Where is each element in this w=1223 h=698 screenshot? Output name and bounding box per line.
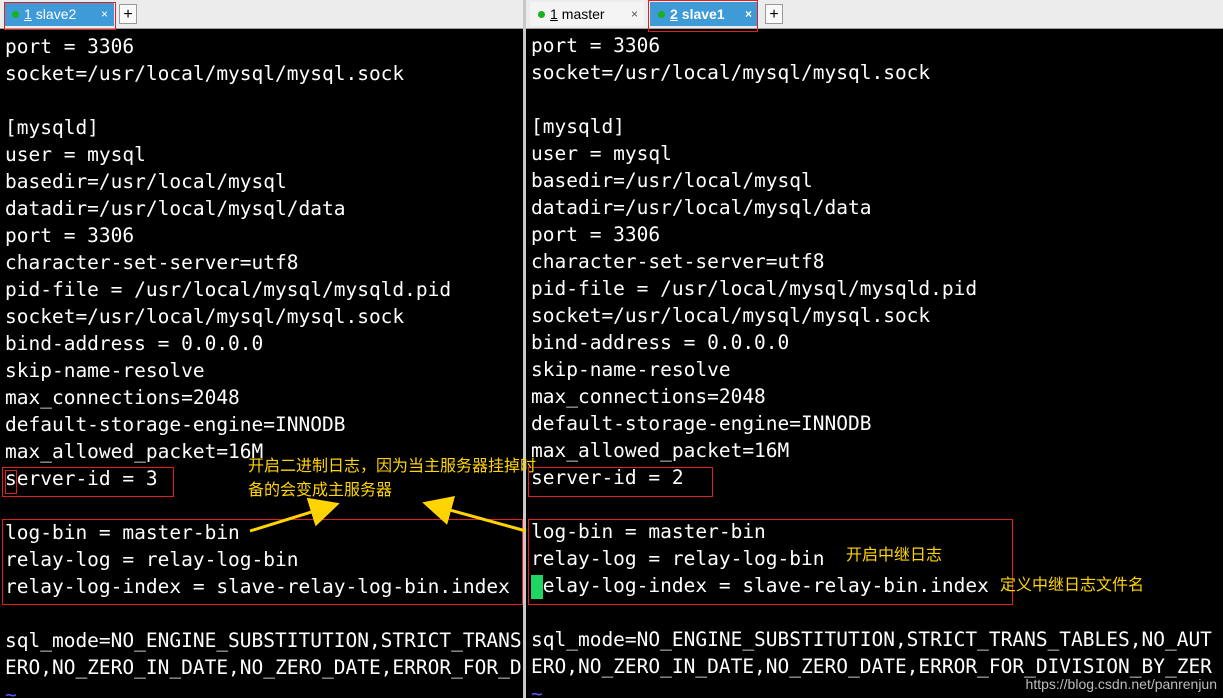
terminal-line: [mysqld]	[531, 115, 625, 138]
terminal-line: sql_mode=NO_ENGINE_SUBSTITUTION,STRICT_T…	[5, 629, 522, 652]
terminal-line: socket=/usr/local/mysql/mysql.sock	[531, 61, 931, 84]
terminal-line: skip-name-resolve	[5, 359, 205, 382]
terminal-line: pid-file = /usr/local/mysql/mysqld.pid	[5, 278, 452, 301]
terminal-line: port = 3306	[531, 34, 661, 57]
terminal-line: socket=/usr/local/mysql/mysql.sock	[531, 304, 931, 327]
terminal-line: max_connections=2048	[5, 386, 240, 409]
terminal-line: socket=/usr/local/mysql/mysql.sock	[5, 305, 405, 328]
terminal-line: pid-file = /usr/local/mysql/mysqld.pid	[531, 277, 978, 300]
terminal-line: basedir=/usr/local/mysql	[5, 170, 287, 193]
terminal-line: max_connections=2048	[531, 385, 766, 408]
terminal-line: ERO,NO_ZERO_IN_DATE,NO_ZERO_DATE,ERROR_F…	[5, 656, 522, 679]
close-tab-icon[interactable]: ×	[631, 7, 638, 21]
terminal-line: ~	[5, 683, 17, 698]
tab-highlight-box	[4, 2, 116, 30]
connected-status-icon	[538, 10, 545, 18]
watermark: https://blog.csdn.net/panrenjun	[1025, 676, 1217, 692]
terminal-line: user = mysql	[531, 142, 672, 165]
terminal-line: datadir=/usr/local/mysql/data	[531, 196, 872, 219]
add-tab-button[interactable]: +	[119, 4, 137, 24]
terminal-line: default-storage-engine=INNODB	[531, 412, 872, 435]
server-id-highlight-box	[2, 467, 174, 497]
terminal-line: bind-address = 0.0.0.0	[531, 331, 790, 354]
terminal-line: character-set-server=utf8	[5, 251, 299, 274]
terminal-line: [mysqld]	[5, 116, 99, 139]
relay-index-annotation: 定义中继日志文件名	[1000, 575, 1145, 594]
terminal-line: bind-address = 0.0.0.0	[5, 332, 264, 355]
terminal-line: basedir=/usr/local/mysql	[531, 169, 813, 192]
terminal-line: default-storage-engine=INNODB	[5, 413, 346, 436]
text-cursor	[5, 470, 17, 494]
terminal-line: user = mysql	[5, 143, 146, 166]
tab-label: master	[561, 6, 605, 22]
terminal-line: sql_mode=NO_ENGINE_SUBSTITUTION,STRICT_T…	[531, 628, 1212, 651]
binlog-highlight-box	[2, 519, 523, 605]
left-terminal-pane[interactable]: 1 slave2 × + port = 3306 socket=/usr/loc…	[0, 0, 523, 698]
terminal-line: port = 3306	[5, 35, 135, 58]
tab-number: 1	[550, 6, 558, 22]
terminal-line: character-set-server=utf8	[531, 250, 825, 273]
right-tab-bar: 1 master × 2 slave1 × +	[526, 0, 1223, 29]
server-id-highlight-box	[528, 467, 713, 497]
terminal-line: port = 3306	[531, 223, 661, 246]
binlog-annotation-line1: 开启二进制日志，因为当主服务器挂掉时	[248, 456, 537, 475]
terminal-line: max_allowed_packet=16M	[531, 439, 790, 462]
terminal-line: port = 3306	[5, 224, 135, 247]
terminal-line: datadir=/usr/local/mysql/data	[5, 197, 346, 220]
text-cursor	[531, 575, 543, 599]
tab-master[interactable]: 1 master ×	[530, 2, 644, 26]
relay-log-annotation: 开启中继日志	[846, 545, 943, 564]
binlog-annotation-line2: 备的会变成主服务器	[248, 480, 393, 499]
add-tab-button[interactable]: +	[765, 4, 783, 24]
terminal-line: socket=/usr/local/mysql/mysql.sock	[5, 62, 405, 85]
terminal-line: skip-name-resolve	[531, 358, 731, 381]
tab-highlight-box	[648, 0, 758, 32]
